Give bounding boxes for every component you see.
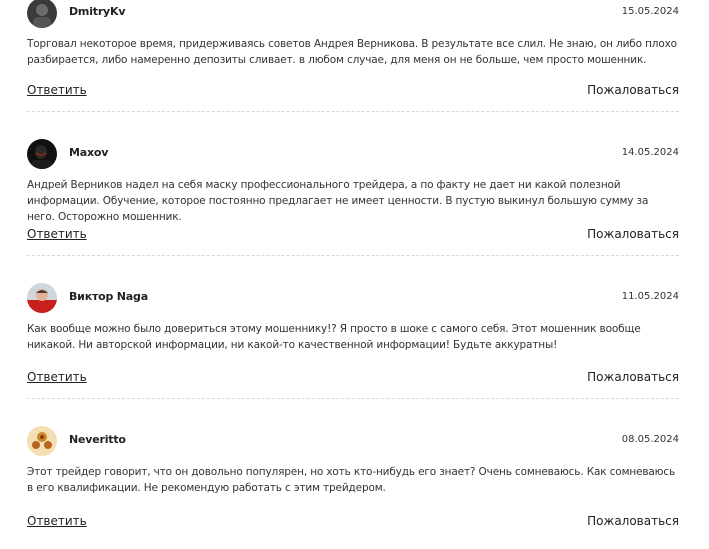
comment-header: Maxov 14.05.2024 — [27, 139, 679, 169]
comment-text: Андрей Верников надел на себя маску проф… — [27, 179, 649, 223]
comment-header: DmitryKv 15.05.2024 — [27, 0, 679, 28]
complain-link[interactable]: Пожаловаться — [587, 83, 679, 97]
comment-divider — [27, 255, 679, 256]
complain-link[interactable]: Пожаловаться — [587, 370, 679, 384]
avatar — [27, 426, 57, 456]
avatar — [27, 283, 57, 313]
avatar — [27, 139, 57, 169]
comment-header: Neveritto 08.05.2024 — [27, 426, 679, 456]
reply-link[interactable]: Ответить — [27, 370, 87, 384]
complain-link[interactable]: Пожаловаться — [587, 514, 679, 528]
reply-link[interactable]: Ответить — [27, 83, 87, 97]
reply-link[interactable]: Ответить — [27, 514, 87, 528]
avatar — [27, 0, 57, 28]
comment-divider — [27, 111, 679, 112]
comment-date: 11.05.2024 — [621, 291, 679, 302]
comment-text: Этот трейдер говорит, что он довольно по… — [27, 466, 676, 494]
comment-date: 08.05.2024 — [621, 434, 679, 445]
reply-link[interactable]: Ответить — [27, 227, 87, 241]
comment-date: 14.05.2024 — [621, 147, 679, 158]
complain-link[interactable]: Пожаловаться — [587, 227, 679, 241]
comment-author: DmitryKv — [69, 5, 126, 18]
comment-header: Виктор Naga 11.05.2024 — [27, 283, 679, 313]
comment-author: Maxov — [69, 146, 109, 159]
comment-text: Торговал некоторое время, придерживаясь … — [27, 38, 677, 66]
comment-author: Neveritto — [69, 433, 126, 446]
comment-date: 15.05.2024 — [621, 6, 679, 17]
comment-divider — [27, 398, 679, 399]
comment-author: Виктор Naga — [69, 290, 148, 303]
comment-text: Как вообще можно было довериться этому м… — [27, 323, 641, 351]
